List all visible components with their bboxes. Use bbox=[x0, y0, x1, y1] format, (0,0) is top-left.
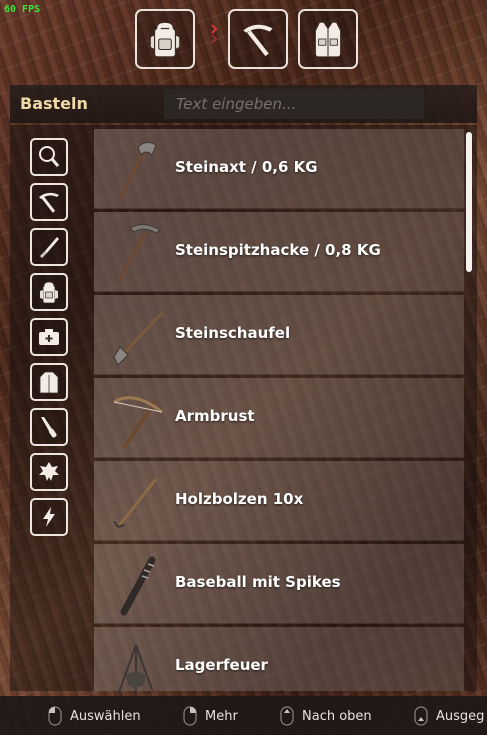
category-weapons[interactable] bbox=[30, 228, 68, 266]
hint-label: Auswählen bbox=[70, 708, 141, 724]
crafting-header: Basteln bbox=[10, 85, 477, 123]
list-item-label: Armbrust bbox=[175, 407, 255, 425]
list-item[interactable]: Steinaxt / 0,6 KG bbox=[94, 129, 464, 209]
category-bags[interactable] bbox=[30, 273, 68, 311]
crafting-panel: Steinaxt / 0,6 KG Steinspitzhacke / 0,8 … bbox=[10, 125, 477, 691]
screwdriver-icon bbox=[41, 417, 57, 438]
backpack-icon bbox=[40, 281, 58, 304]
category-all[interactable] bbox=[30, 138, 68, 176]
page-title: Basteln bbox=[20, 94, 88, 113]
list-item-label: Steinaxt / 0,6 KG bbox=[175, 158, 318, 176]
category-repair[interactable] bbox=[30, 408, 68, 446]
list-item[interactable]: Baseball mit Spikes bbox=[94, 544, 464, 624]
hint-label: Ausgeg bbox=[436, 708, 485, 724]
backpack-icon bbox=[149, 21, 181, 58]
category-medical[interactable] bbox=[30, 318, 68, 356]
hint-label: Mehr bbox=[205, 708, 238, 724]
tab-equipment[interactable] bbox=[298, 9, 358, 69]
hint-label: Nach oben bbox=[302, 708, 372, 724]
tab-backpack[interactable] bbox=[135, 9, 195, 69]
category-nature[interactable] bbox=[30, 453, 68, 491]
mouse-right-icon bbox=[183, 706, 197, 726]
search-icon bbox=[39, 146, 60, 167]
lightning-icon bbox=[43, 507, 55, 527]
knife-icon bbox=[40, 237, 59, 258]
list-item-label: Baseball mit Spikes bbox=[175, 573, 341, 591]
list-item-label: Lagerfeuer bbox=[175, 656, 268, 674]
recipe-list: Steinaxt / 0,6 KG Steinspitzhacke / 0,8 … bbox=[94, 129, 464, 691]
hint-equipped: Ausgeg bbox=[414, 706, 484, 726]
search-input[interactable] bbox=[164, 89, 424, 119]
mouse-scroll-icon bbox=[280, 706, 294, 726]
spiked-bat-icon bbox=[120, 556, 156, 616]
category-sidebar bbox=[30, 138, 70, 543]
list-item[interactable]: Steinspitzhacke / 0,8 KG bbox=[94, 212, 464, 292]
vest-icon bbox=[314, 21, 342, 58]
medkit-icon bbox=[39, 329, 59, 345]
mouse-icon bbox=[414, 706, 428, 726]
category-power[interactable] bbox=[30, 498, 68, 536]
category-tools[interactable] bbox=[30, 183, 68, 221]
control-hints-bar: Auswählen Mehr Nach oben Ausgeg bbox=[0, 696, 487, 735]
list-item-label: Steinschaufel bbox=[175, 324, 291, 342]
stone-axe-icon bbox=[118, 141, 157, 200]
hint-scroll-up: Nach oben bbox=[280, 706, 372, 726]
campfire-icon bbox=[118, 644, 158, 691]
stone-shovel-icon bbox=[113, 311, 164, 366]
hint-select: Auswählen bbox=[48, 706, 141, 726]
crossbow-icon bbox=[113, 396, 163, 450]
jacket-icon bbox=[39, 371, 59, 394]
list-item[interactable]: Armbrust bbox=[94, 378, 464, 458]
mouse-left-icon bbox=[48, 706, 62, 726]
category-clothing[interactable] bbox=[30, 363, 68, 401]
list-item[interactable]: Holzbolzen 10x bbox=[94, 461, 464, 541]
stone-pickaxe-icon bbox=[116, 224, 161, 283]
top-tab-bar bbox=[135, 9, 360, 71]
leaf-icon bbox=[39, 462, 59, 481]
pickaxe-icon bbox=[243, 24, 273, 57]
notification-arrow-icon bbox=[211, 24, 218, 44]
list-item-label: Holzbolzen 10x bbox=[175, 490, 304, 508]
list-scrollbar[interactable] bbox=[466, 132, 472, 272]
wooden-bolt-icon bbox=[113, 478, 158, 528]
tab-crafting[interactable] bbox=[228, 9, 288, 69]
list-item[interactable]: Steinschaufel bbox=[94, 295, 464, 375]
hint-more: Mehr bbox=[183, 706, 238, 726]
list-item-label: Steinspitzhacke / 0,8 KG bbox=[175, 241, 381, 259]
fps-counter: 60 FPS bbox=[4, 4, 41, 15]
tools-icon bbox=[39, 192, 59, 213]
list-item[interactable]: Lagerfeuer bbox=[94, 627, 464, 691]
